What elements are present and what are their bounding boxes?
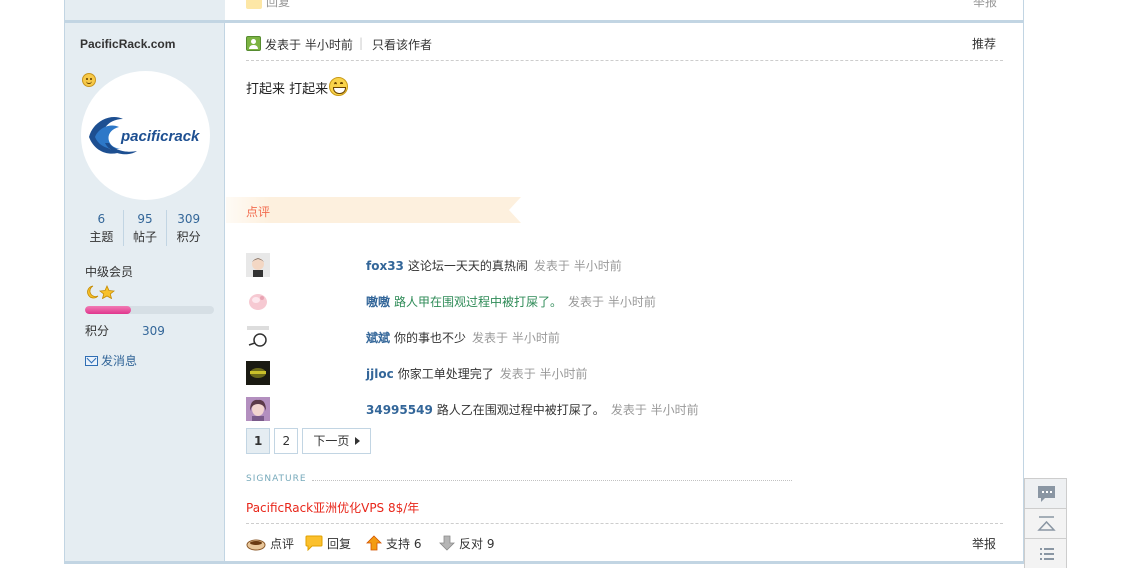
comment-time: 发表于 半小时前 bbox=[568, 295, 656, 309]
signature-label: SIGNATURE bbox=[246, 474, 307, 484]
credits-row: 积分 309 bbox=[85, 322, 185, 339]
comment-time: 发表于 半小时前 bbox=[499, 367, 588, 381]
commenter-name[interactable]: fox33 bbox=[366, 259, 404, 273]
page-1-button[interactable]: 1 bbox=[246, 428, 271, 454]
ribbon-background bbox=[226, 197, 521, 223]
comment-action[interactable]: 点评 bbox=[246, 535, 294, 552]
page-2-button[interactable]: 2 bbox=[274, 428, 299, 454]
to-top-icon bbox=[1037, 516, 1056, 531]
stat-credits[interactable]: 309 积分 bbox=[167, 210, 210, 246]
comment-section-title: 点评 bbox=[246, 205, 271, 219]
comment-message: 你家工单处理完了 bbox=[397, 367, 494, 381]
comment-time: 发表于 半小时前 bbox=[533, 259, 622, 273]
pacificrack-logo: pacificrack bbox=[89, 117, 200, 155]
commenter-name[interactable]: 嗷嗷 bbox=[366, 295, 390, 309]
send-message-link[interactable]: 发消息 bbox=[85, 352, 137, 369]
commenter-avatar[interactable] bbox=[246, 253, 270, 277]
comment-item: fox33 这论坛一天天的真热闹 发表于 半小时前 bbox=[246, 253, 1006, 278]
down-arrow-icon bbox=[439, 535, 455, 551]
level-progress-bar bbox=[85, 306, 214, 314]
author-avatar[interactable]: pacificrack bbox=[81, 71, 210, 200]
quick-reply-button[interactable] bbox=[1024, 478, 1067, 508]
grin-emoji-icon bbox=[329, 77, 349, 96]
mood-smiley-icon bbox=[82, 73, 96, 87]
up-arrow-icon bbox=[366, 535, 382, 551]
commenter-name[interactable]: jjloc bbox=[366, 367, 394, 381]
online-user-icon bbox=[246, 36, 261, 51]
rank-moon-star-icon bbox=[87, 285, 116, 299]
previous-post-footer: 回复 举报 bbox=[65, 0, 1023, 20]
author-sidebar: PacificRack.com pacificrack 6 主题 95 帖子 3… bbox=[65, 23, 225, 561]
comment-section-header: 点评 bbox=[226, 197, 521, 223]
signature-link[interactable]: PacificRack亚洲优化VPS 8$/年 bbox=[246, 499, 419, 516]
stat-threads[interactable]: 6 主题 bbox=[80, 210, 124, 246]
comment-item: 斌斌 你的事也不少 发表于 半小时前 bbox=[246, 325, 1006, 350]
next-page-button[interactable]: 下一页 bbox=[302, 428, 372, 454]
oppose-action[interactable]: 反对 9 bbox=[439, 535, 494, 552]
header-separator: | bbox=[359, 36, 364, 50]
logo-wordmark: pacificrack bbox=[120, 128, 200, 145]
comment-item: jjloc 你家工单处理完了 发表于 半小时前 bbox=[246, 361, 1006, 386]
post-actions: 点评 回复 支持 6 反对 9 举报 bbox=[246, 523, 1003, 561]
comment-pager: 1 2 下一页 bbox=[246, 428, 375, 454]
commenter-name[interactable]: 34995549 bbox=[366, 403, 433, 417]
reply-icon bbox=[246, 0, 262, 9]
author-stats: 6 主题 95 帖子 309 积分 bbox=[80, 210, 210, 246]
envelope-icon bbox=[85, 356, 98, 366]
commenter-avatar[interactable] bbox=[246, 397, 270, 421]
comment-time: 发表于 半小时前 bbox=[610, 403, 699, 417]
report-link[interactable]: 举报 bbox=[972, 535, 996, 552]
next-arrow-icon bbox=[355, 437, 361, 445]
credits-label: 积分 bbox=[85, 324, 110, 338]
commenter-name[interactable]: 斌斌 bbox=[366, 331, 390, 345]
commenter-avatar[interactable] bbox=[246, 361, 270, 385]
comment-message: 你的事也不少 bbox=[394, 331, 467, 345]
author-name-link[interactable]: PacificRack.com bbox=[80, 37, 175, 51]
commenter-avatar[interactable] bbox=[246, 289, 270, 313]
posted-time: 发表于 半小时前 bbox=[265, 38, 353, 52]
stat-posts-label: 帖子 bbox=[133, 230, 158, 244]
comment-item: 34995549 路人乙在围观过程中被打屎了。 发表于 半小时前 bbox=[246, 397, 1006, 422]
recommend-link[interactable]: 推荐 bbox=[972, 35, 996, 52]
previous-reply-link[interactable]: 回复 bbox=[246, 0, 290, 10]
chat-bubble-icon bbox=[1038, 486, 1055, 502]
comment-item: 嗷嗷 路人甲在围观过程中被打屎了。 发表于 半小时前 bbox=[246, 289, 1006, 314]
comment-message: 这论坛一天天的真热闹 bbox=[407, 259, 528, 273]
credits-value: 309 bbox=[142, 324, 165, 338]
floating-toolbar bbox=[1024, 478, 1067, 568]
stat-posts[interactable]: 95 帖子 bbox=[124, 210, 168, 246]
comment-message: 路人甲在围观过程中被打屎了。 bbox=[394, 295, 563, 309]
list-icon bbox=[1040, 548, 1054, 560]
signature-divider bbox=[312, 480, 792, 481]
support-action[interactable]: 支持 6 bbox=[366, 535, 421, 552]
level-progress-fill bbox=[85, 306, 132, 314]
stat-threads-label: 主题 bbox=[89, 230, 114, 244]
stat-threads-value: 6 bbox=[97, 212, 106, 226]
back-to-top-button[interactable] bbox=[1024, 508, 1067, 538]
usergroup-link[interactable]: 中级会员 bbox=[85, 263, 133, 280]
reply-action[interactable]: 回复 bbox=[305, 535, 351, 552]
post-text: 打起来 打起来 bbox=[246, 82, 329, 97]
comment-message: 路人乙在围观过程中被打屎了。 bbox=[436, 403, 605, 417]
post-header: 发表于 半小时前 | 只看该作者 推荐 bbox=[246, 34, 1003, 61]
post-content: 打起来 打起来 bbox=[246, 77, 349, 97]
stat-credits-value: 309 bbox=[177, 212, 201, 226]
comment-cup-icon bbox=[246, 539, 266, 551]
previous-report-link[interactable]: 举报 bbox=[973, 0, 997, 10]
only-author-link[interactable]: 只看该作者 bbox=[372, 36, 432, 53]
stat-posts-value: 95 bbox=[137, 212, 153, 226]
reply-bubble-icon bbox=[305, 535, 323, 551]
commenter-avatar[interactable] bbox=[246, 325, 270, 349]
comment-time: 发表于 半小时前 bbox=[472, 331, 560, 345]
stat-credits-label: 积分 bbox=[176, 230, 201, 244]
previous-post-sidebar bbox=[65, 0, 225, 20]
